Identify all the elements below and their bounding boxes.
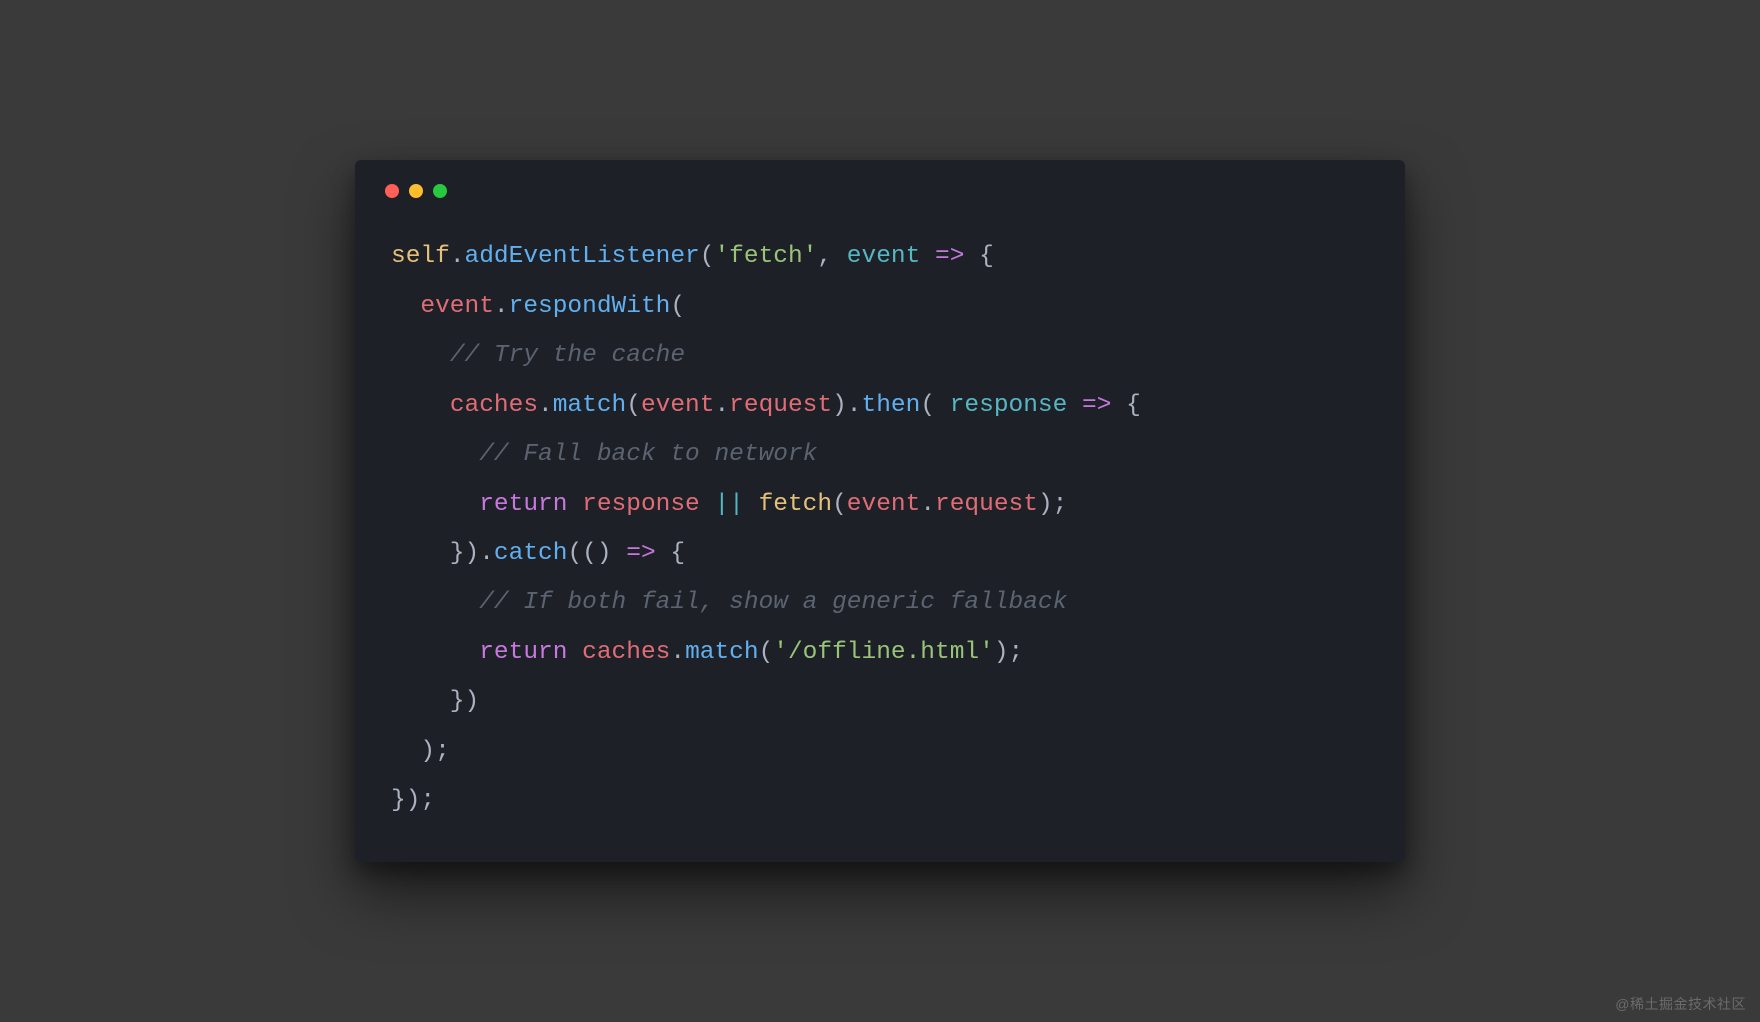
code-token: .: [494, 293, 509, 320]
code-token: (: [626, 392, 641, 419]
code-token: '/offline.html': [773, 639, 994, 666]
code-token: [567, 491, 582, 518]
code-token: event: [847, 243, 921, 270]
code-token: respondWith: [509, 293, 671, 320]
code-token: );: [994, 639, 1023, 666]
code-token: event: [847, 491, 921, 518]
code-token: [1067, 392, 1082, 419]
code-token: match: [685, 639, 759, 666]
code-token: [391, 491, 479, 518]
code-token: (: [759, 639, 774, 666]
code-token: // Fall back to network: [479, 441, 817, 468]
code-token: {: [656, 540, 685, 567]
code-token: [700, 491, 715, 518]
code-token: [391, 441, 479, 468]
code-token: .: [714, 392, 729, 419]
code-token: .: [670, 639, 685, 666]
code-token: [391, 589, 479, 616]
code-token: self: [391, 243, 450, 270]
code-token: ,: [817, 243, 846, 270]
code-token: [744, 491, 759, 518]
code-token: =>: [1082, 392, 1111, 419]
code-token: event: [420, 293, 494, 320]
code-token: .: [450, 243, 465, 270]
code-token: {: [1111, 392, 1140, 419]
code-token: =>: [935, 243, 964, 270]
code-token: return: [479, 639, 567, 666]
code-token: then: [862, 392, 921, 419]
code-token: catch: [494, 540, 568, 567]
window-traffic-lights: [385, 184, 1369, 198]
minimize-icon[interactable]: [409, 184, 423, 198]
code-token: request: [729, 392, 832, 419]
code-token: return: [479, 491, 567, 518]
code-token: [391, 342, 450, 369]
code-token: fetch: [759, 491, 833, 518]
code-token: (: [832, 491, 847, 518]
code-token: addEventListener: [465, 243, 700, 270]
code-token: ).: [832, 392, 861, 419]
code-token: [567, 639, 582, 666]
code-token: (: [670, 293, 685, 320]
close-icon[interactable]: [385, 184, 399, 198]
code-token: }).: [391, 540, 494, 567]
code-token: [391, 293, 420, 320]
code-token: match: [553, 392, 627, 419]
code-token: 'fetch': [714, 243, 817, 270]
watermark-text: @稀土掘金技术社区: [1615, 994, 1746, 1014]
code-token: response: [950, 392, 1068, 419]
code-token: );: [391, 738, 450, 765]
code-token: caches: [450, 392, 538, 419]
zoom-icon[interactable]: [433, 184, 447, 198]
code-token: caches: [582, 639, 670, 666]
code-token: // If both fail, show a generic fallback: [479, 589, 1067, 616]
code-token: response: [582, 491, 700, 518]
code-token: {: [964, 243, 993, 270]
code-token: );: [1038, 491, 1067, 518]
code-token: event: [641, 392, 715, 419]
code-token: .: [538, 392, 553, 419]
code-window: self.addEventListener('fetch', event => …: [355, 160, 1405, 862]
code-token: }): [391, 688, 479, 715]
code-token: request: [935, 491, 1038, 518]
code-token: [391, 639, 479, 666]
code-token: .: [920, 491, 935, 518]
code-token: [391, 392, 450, 419]
code-token: [920, 243, 935, 270]
code-token: (: [700, 243, 715, 270]
code-token: ((): [567, 540, 626, 567]
code-token: =>: [626, 540, 655, 567]
code-token: ||: [714, 491, 743, 518]
code-block: self.addEventListener('fetch', event => …: [391, 232, 1369, 826]
code-token: // Try the cache: [450, 342, 685, 369]
code-token: (: [920, 392, 949, 419]
code-token: });: [391, 787, 435, 814]
